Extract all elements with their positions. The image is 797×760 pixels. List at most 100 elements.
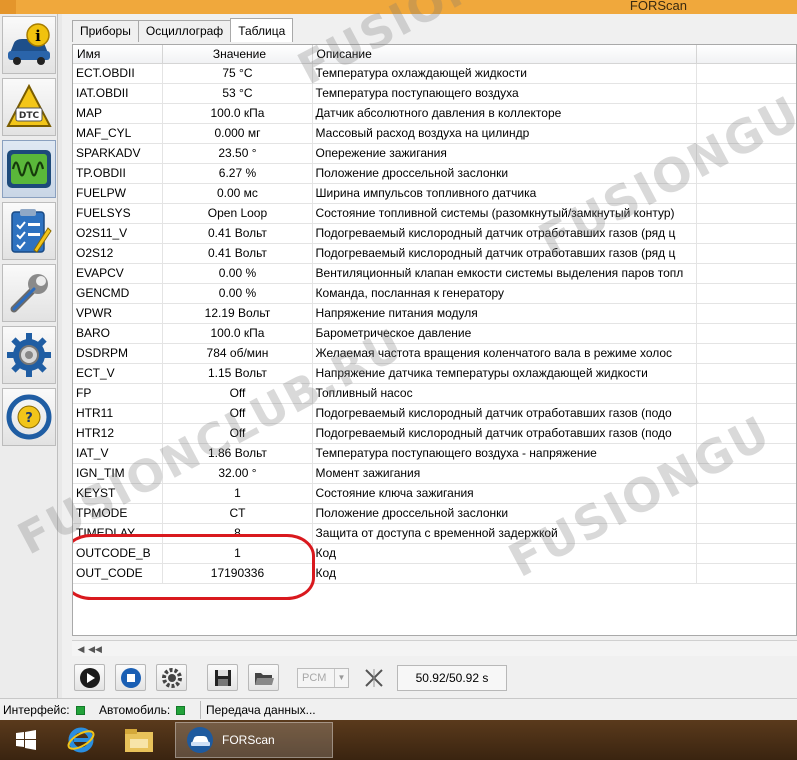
table-row[interactable]: OUT_CODE 17190336 Код [73,563,796,584]
tab-oscilloscope[interactable]: Осциллограф [137,20,232,42]
cell-value: 23.50 ° [162,143,313,164]
open-button[interactable] [248,664,279,691]
table-row[interactable]: KEYST 1 Состояние ключа зажигания [73,483,796,504]
column-header-empty [696,45,796,64]
table-row[interactable]: IAT.OBDII 53 °C Температура поступающего в… [73,83,796,104]
disconnect-cross-icon [364,668,383,687]
cell-value: 8 [162,523,313,544]
start-button[interactable] [6,722,46,758]
cell-description: Момент зажигания [312,463,698,484]
settings-gear-icon [7,333,51,377]
cell-value: 12.19 Вольт [162,303,313,324]
cell-description: Температура поступающего воздуха [312,83,698,104]
table-row[interactable]: HTR11 Off Подогреваемый кислородный датчик… [73,403,796,424]
table-row[interactable]: OUTCODE_B 1 Код [73,543,796,564]
cell-description: Температура поступающего воздуха - напря… [312,443,698,464]
floppy-disk-icon [214,669,231,686]
chevron-down-icon: ▼ [334,669,348,687]
sidebar-help-button[interactable]: ? [2,388,56,446]
play-button[interactable] [74,664,105,691]
table-row[interactable]: HTR12 Off Подогреваемый кислородный датчик… [73,423,796,444]
sidebar-info-button[interactable]: i [2,16,56,74]
cell-name: O2S11_V [73,223,164,244]
table-row[interactable]: O2S12 0.41 Вольт Подогреваемый кислородный… [73,243,796,264]
cell-empty [696,143,796,164]
cell-empty [696,363,796,384]
sidebar-service-button[interactable] [2,202,56,260]
column-header-name[interactable]: Имя [73,45,164,64]
taskbar: FORScan [0,720,797,760]
app-icon [0,0,16,14]
cell-value: 0.00 мс [162,183,313,204]
windows-logo-icon [16,730,36,750]
taskbar-forscan-label: FORScan [222,733,275,747]
table-row[interactable]: MAF_CYL 0.000 мг Массовый расход воздуха н… [73,123,796,144]
horizontal-scrollbar[interactable]: ◀ ◀◀ [72,640,797,656]
cell-name: O2S12 [73,243,164,264]
cell-value: Off [162,423,313,444]
sidebar-config-button[interactable] [2,264,56,322]
gear-icon [161,667,182,688]
pid-table-container: Имя Значение Описание ECT.OBDII 75 °C Темп… [72,44,797,636]
table-row[interactable]: FP Off Топливный насос [73,383,796,404]
table-row[interactable]: TIMEDLAY 8 Защита от доступа с временной з… [73,523,796,544]
cell-empty [696,283,796,304]
disconnect-button[interactable] [358,664,389,691]
stop-button[interactable] [115,664,146,691]
table-row[interactable]: IAT_V 1.86 Вольт Температура поступающего … [73,443,796,464]
table-row[interactable]: TPMODE CT Положение дроссельной заслонки [73,503,796,524]
cell-name: SPARKADV [73,143,164,164]
status-transfer: Передача данных... [206,703,316,717]
table-row[interactable]: O2S11_V 0.41 Вольт Подогреваемый кислородн… [73,223,796,244]
cell-value: 53 °C [162,83,313,104]
cell-description: Подогреваемый кислородный датчик отработ… [312,423,698,444]
module-select[interactable]: PCM ▼ [297,668,349,688]
settings-button[interactable] [156,664,187,691]
table-row[interactable]: VPWR 12.19 Вольт Напряжение питания модуля [73,303,796,324]
cell-empty [696,103,796,124]
table-row[interactable]: IGN_TIM 32.00 ° Момент зажигания [73,463,796,484]
cell-value: 0.41 Вольт [162,243,313,264]
column-header-description[interactable]: Описание [312,45,698,64]
table-header-row: Имя Значение Описание [73,45,796,64]
table-row[interactable]: DSDRPM 784 об/мин Желаемая частота вращени… [73,343,796,364]
sidebar-settings-button[interactable] [2,326,56,384]
cell-description: Опережение зажигания [312,143,698,164]
cell-empty [696,243,796,264]
cell-value: 32.00 ° [162,463,313,484]
tab-table[interactable]: Таблица [230,18,294,42]
stop-icon [120,667,141,688]
cell-empty [696,443,796,464]
table-row[interactable]: FUELPW 0.00 мс Ширина импульсов топливного… [73,183,796,204]
tab-gauges[interactable]: Приборы [72,20,139,42]
cell-value: 6.27 % [162,163,313,184]
table-row[interactable]: MAP 100.0 кПа Датчик абсолютного давления … [73,103,796,124]
cell-description: Ширина импульсов топливного датчика [312,183,698,204]
column-header-value[interactable]: Значение [162,45,313,64]
sidebar-oscilloscope-button[interactable] [2,140,56,198]
cell-name: FUELPW [73,183,164,204]
table-row[interactable]: ECT_V 1.15 Вольт Напряжение датчика темпер… [73,363,796,384]
cell-description: Желаемая частота вращения коленчатого ва… [312,343,698,364]
table-row[interactable]: SPARKADV 23.50 ° Опережение зажигания [73,143,796,164]
cell-value: 17190336 [162,563,313,584]
taskbar-forscan[interactable]: FORScan [175,722,333,758]
scroll-left-icon[interactable]: ◀ [74,643,88,655]
sidebar-dtc-button[interactable]: DTC [2,78,56,136]
table-row[interactable]: GENCMD 0.00 % Команда, посланная к генерат… [73,283,796,304]
cell-empty [696,483,796,504]
toolbar: PCM ▼ 50.92/50.92 s [72,662,797,694]
cell-name: TPMODE [73,503,164,524]
interface-label: Интерфейс: [3,703,70,717]
cell-value: 1 [162,543,313,564]
table-row[interactable]: ECT.OBDII 75 °C Температура охлаждающей жи… [73,63,796,84]
table-row[interactable]: EVAPCV 0.00 % Вентиляционный клапан емкост… [73,263,796,284]
taskbar-ie[interactable] [58,722,104,758]
table-row[interactable]: TP.OBDII 6.27 % Положение дроссельной засл… [73,163,796,184]
scroll-left-fast-icon[interactable]: ◀◀ [88,643,102,655]
cell-description: Подогреваемый кислородный датчик отработ… [312,243,698,264]
taskbar-explorer[interactable] [116,722,162,758]
table-row[interactable]: BARO 100.0 кПа Барометрическое давление [73,323,796,344]
table-row[interactable]: FUELSYS Open Loop Состояние топливной сист… [73,203,796,224]
save-button[interactable] [207,664,238,691]
